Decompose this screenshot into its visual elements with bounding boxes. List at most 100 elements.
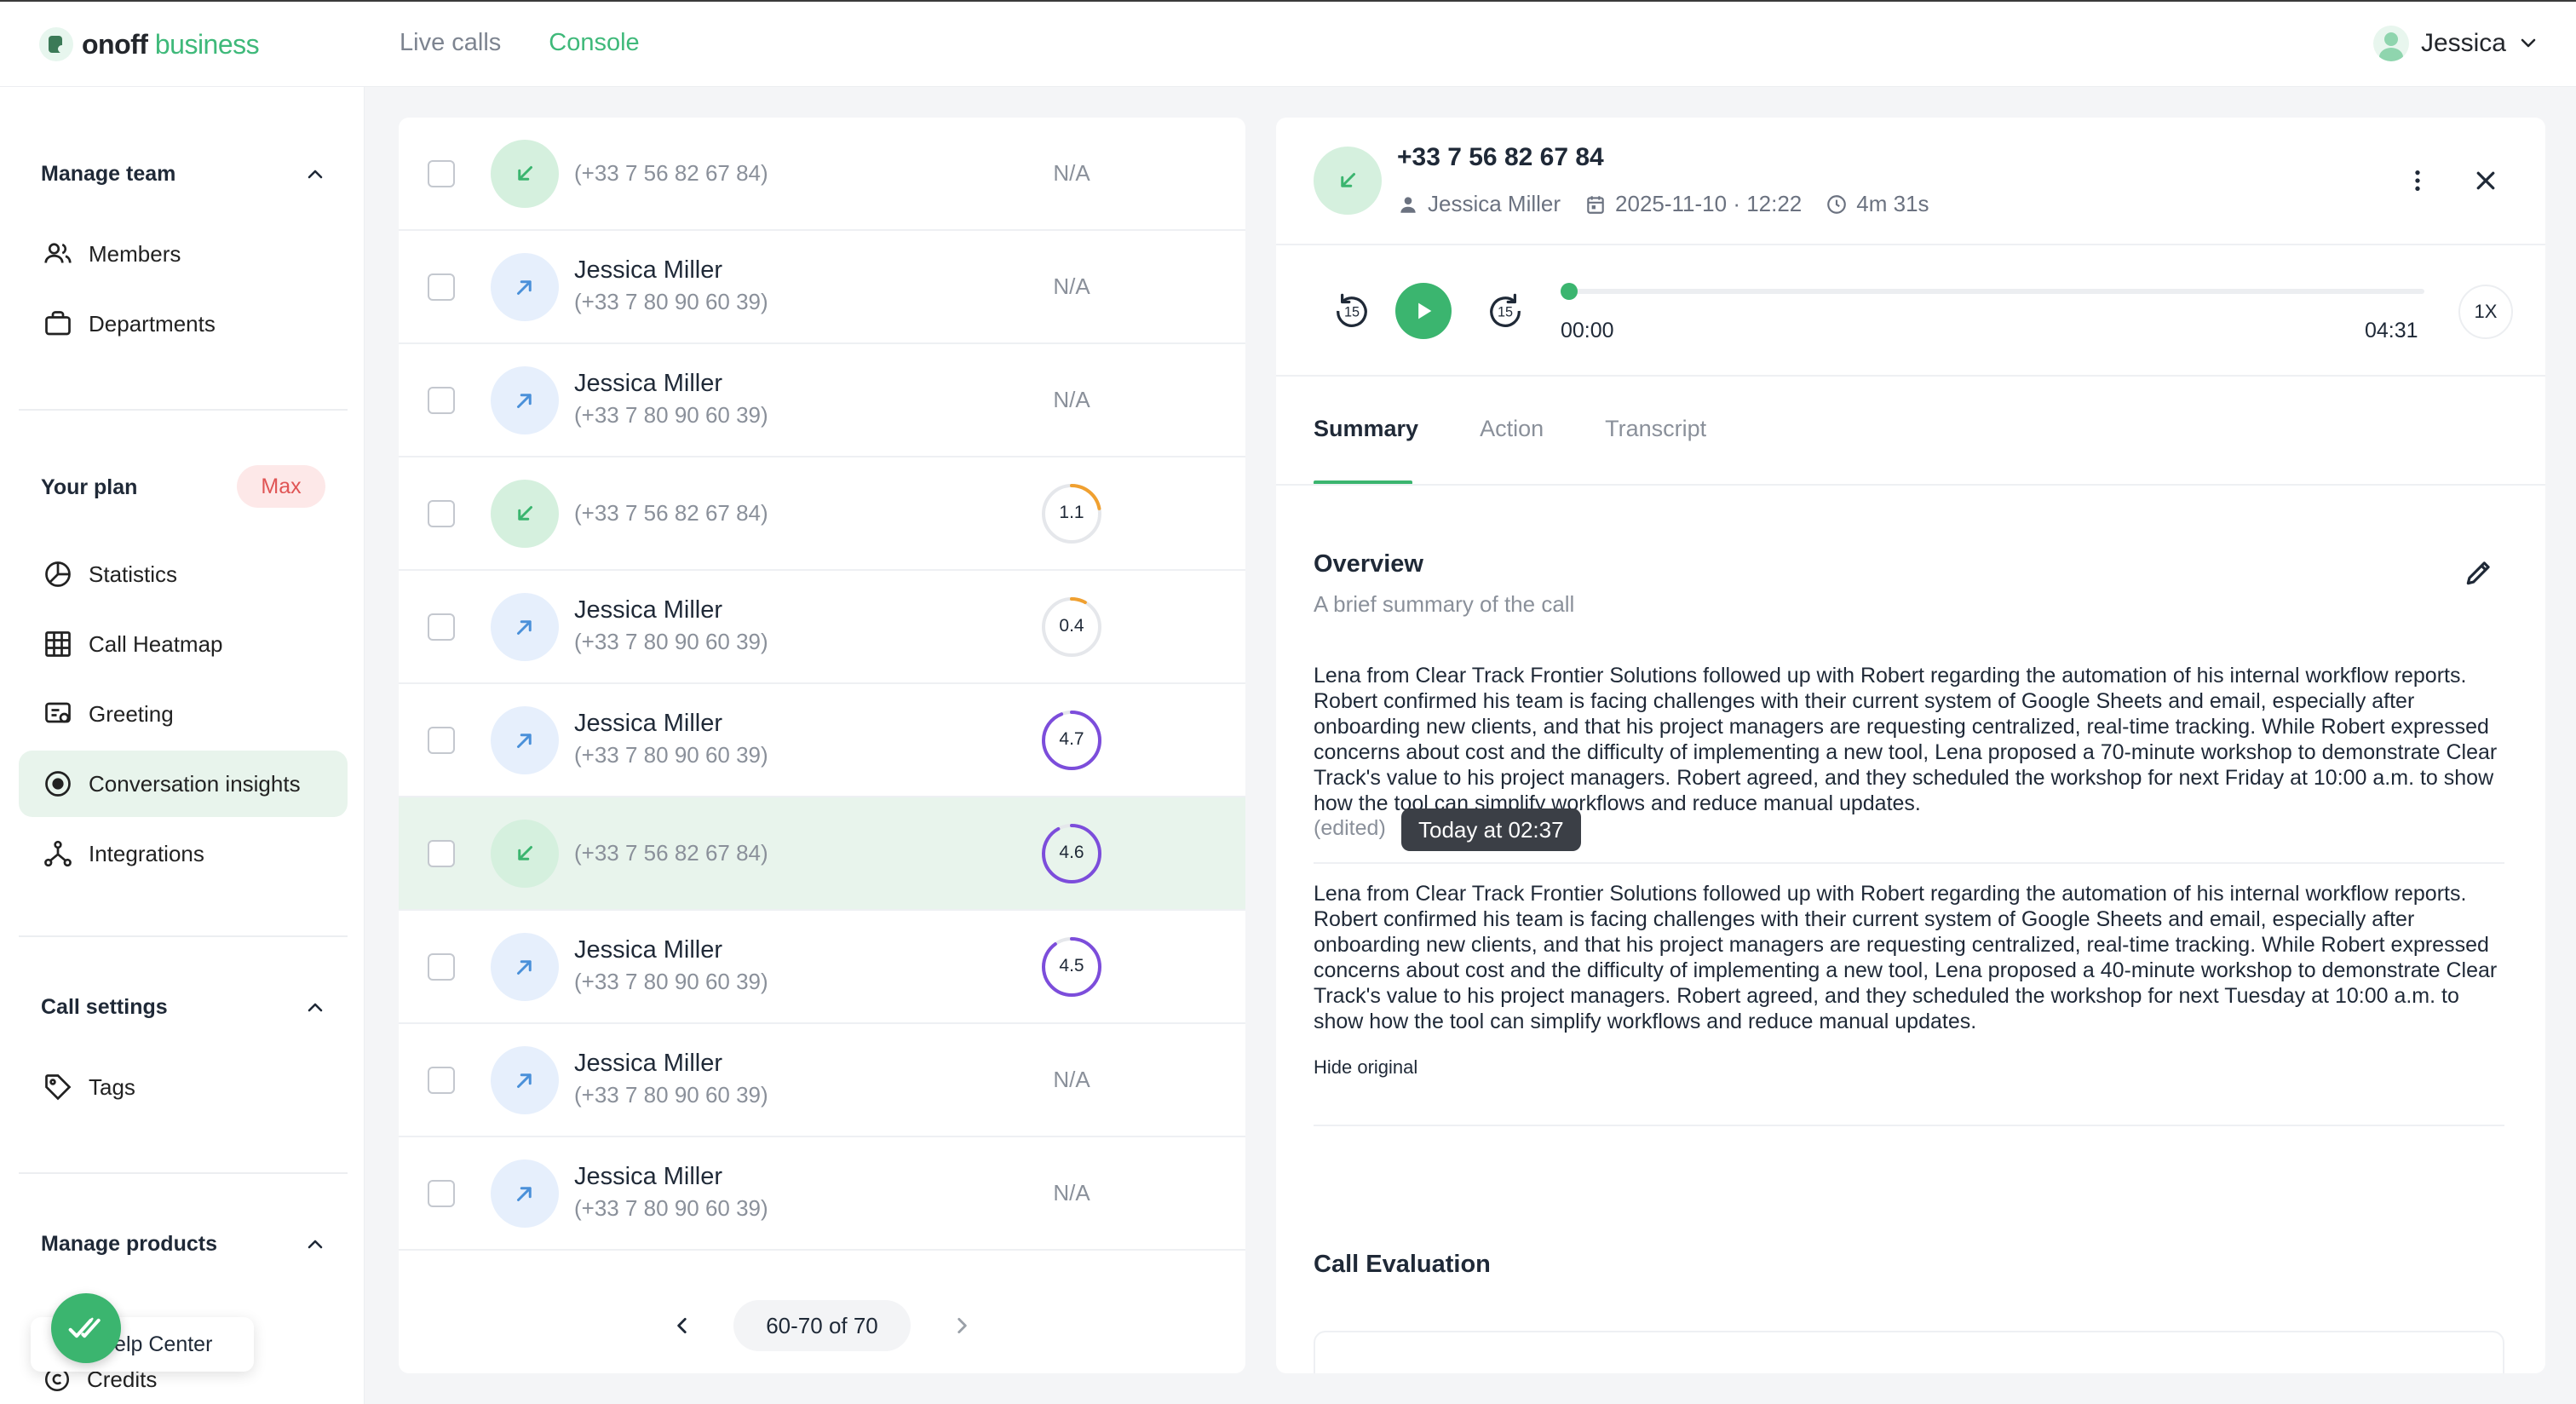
call-list: (+33 7 56 82 67 84) N/A Jessica Miller (+33…: [399, 118, 1245, 1373]
outgoing-call-icon: [491, 1159, 559, 1228]
table-row[interactable]: (+33 7 56 82 67 84) N/A: [399, 118, 1245, 231]
logo-icon: [39, 27, 73, 61]
row-checkbox[interactable]: [428, 726, 455, 754]
users-icon: [44, 243, 72, 263]
sidebar-item-call-heatmap[interactable]: Call Heatmap: [19, 611, 348, 677]
overview-title: Overview: [1314, 550, 1423, 578]
edited-label[interactable]: (edited): [1314, 816, 1386, 841]
section-manage-team[interactable]: Manage team: [41, 162, 365, 187]
tab-transcript[interactable]: Transcript: [1605, 416, 1706, 442]
chevron-up-icon: [308, 170, 323, 178]
call-detail-panel: +33 7 56 82 67 84 Jessica Miller 2025-11…: [1276, 118, 2545, 1373]
play-icon: [1418, 302, 1432, 319]
sidebar-item-label: Conversation insights: [89, 770, 301, 797]
contact-number: (+33 7 80 90 60 39): [574, 289, 768, 314]
sidebar-item-label: Statistics: [89, 561, 178, 587]
app-logo[interactable]: onoff business: [39, 27, 260, 61]
logo-text-bold: onoff: [82, 28, 148, 60]
sidebar-item-integrations[interactable]: Integrations: [19, 820, 348, 887]
outgoing-call-icon: [491, 592, 559, 661]
hide-original-button[interactable]: Hide original: [1314, 1056, 1417, 1079]
row-checkbox[interactable]: [428, 952, 455, 981]
close-button[interactable]: [2470, 165, 2501, 196]
table-row[interactable]: Jessica Miller (+33 7 80 90 60 39) N/A: [399, 231, 1245, 344]
sidebar-item-greeting[interactable]: Greeting: [19, 681, 348, 747]
section-title: Your plan: [41, 475, 138, 499]
playback-speed-button[interactable]: 1X: [2458, 285, 2513, 339]
row-checkbox[interactable]: [428, 839, 455, 867]
table-row[interactable]: Jessica Miller (+33 7 80 90 60 39) N/A: [399, 344, 1245, 457]
divider: [1314, 1125, 2504, 1126]
rewind-icon: 15: [1337, 293, 1367, 327]
sidebar-item-label: Departments: [89, 310, 216, 337]
summary-original-text: Lena from Clear Track Frontier Solutions…: [1314, 882, 2498, 1033]
table-row[interactable]: (+33 7 56 82 67 84) 1.1: [399, 457, 1245, 571]
edited-tooltip: Today at 02:37: [1401, 808, 1581, 851]
overview-subtitle: A brief summary of the call: [1314, 591, 1575, 617]
edit-summary-button[interactable]: [2462, 555, 2496, 590]
outgoing-call-icon: [491, 1045, 559, 1114]
logo-text-light: business: [147, 28, 260, 60]
section-call-settings[interactable]: Call settings: [41, 995, 365, 1020]
row-checkbox[interactable]: [428, 273, 455, 301]
divider: [1276, 484, 2545, 486]
prev-page-button[interactable]: [657, 1300, 708, 1351]
sidebar-item-label: Call Heatmap: [89, 630, 223, 657]
forward-15-button[interactable]: 15: [1482, 288, 1528, 334]
row-checkbox[interactable]: [428, 1066, 455, 1094]
sidebar-item-conversation-insights[interactable]: Conversation insights: [19, 751, 348, 817]
score-ring: 4.5: [1039, 935, 1104, 999]
integrations-icon: [44, 840, 72, 867]
contact-name: Jessica Miller: [574, 936, 723, 964]
contact-name: Jessica Miller: [574, 1050, 723, 1077]
divider: [1276, 244, 2545, 245]
rewind-15-button[interactable]: 15: [1329, 288, 1375, 334]
row-checkbox[interactable]: [428, 386, 455, 414]
score-na: N/A: [1053, 159, 1090, 186]
row-checkbox[interactable]: [428, 159, 455, 187]
sidebar-item-label: Tags: [89, 1073, 135, 1100]
detail-tabs: Summary Action Transcript: [1314, 416, 1768, 442]
contact-name: Jessica Miller: [574, 370, 723, 397]
sidebar-item-statistics[interactable]: Statistics: [19, 541, 348, 607]
sidebar-item-members[interactable]: Members: [19, 221, 348, 287]
section-your-plan: Your plan: [41, 475, 137, 500]
row-checkbox[interactable]: [428, 1179, 455, 1207]
progress-track[interactable]: [1566, 289, 2424, 294]
contact-number: (+33 7 80 90 60 39): [574, 629, 768, 654]
sidebar-item-tags[interactable]: Tags: [19, 1054, 348, 1120]
contact-number: (+33 7 80 90 60 39): [574, 742, 768, 768]
score-value: 4.5: [1059, 955, 1084, 975]
sidebar-item-departments[interactable]: Departments: [19, 291, 348, 357]
plan-badge: Max: [237, 465, 325, 508]
outgoing-call-icon: [491, 252, 559, 321]
nav-live-calls[interactable]: Live calls: [400, 29, 501, 57]
play-button[interactable]: [1395, 283, 1452, 339]
call-phone-number: +33 7 56 82 67 84: [1397, 143, 1604, 171]
sidebar-item-label: Integrations: [89, 840, 204, 866]
forward-icon: 15: [1490, 293, 1521, 327]
table-row[interactable]: Jessica Miller (+33 7 80 90 60 39) 4.5: [399, 911, 1245, 1024]
user-menu[interactable]: Jessica: [2372, 26, 2539, 61]
progress-knob[interactable]: [1561, 283, 1578, 300]
table-row[interactable]: (+33 7 56 82 67 84) 4.6: [399, 797, 1245, 911]
tab-summary[interactable]: Summary: [1314, 416, 1418, 442]
tag-icon: [45, 1074, 72, 1101]
section-title: Call settings: [41, 995, 168, 1019]
next-page-button[interactable]: [936, 1300, 987, 1351]
section-manage-products[interactable]: Manage products: [41, 1232, 365, 1257]
table-row[interactable]: Jessica Miller (+33 7 80 90 60 39) N/A: [399, 1024, 1245, 1137]
table-row[interactable]: Jessica Miller (+33 7 80 90 60 39) 0.4: [399, 571, 1245, 684]
help-fab-button[interactable]: [51, 1293, 121, 1363]
score-value: 1.1: [1059, 502, 1084, 522]
call-datetime: 2025-11-10 · 12:22: [1615, 191, 1803, 216]
tab-action[interactable]: Action: [1480, 416, 1544, 442]
row-checkbox[interactable]: [428, 613, 455, 641]
divider: [19, 935, 348, 937]
table-row[interactable]: Jessica Miller (+33 7 80 90 60 39) 4.7: [399, 684, 1245, 797]
row-checkbox[interactable]: [428, 499, 455, 527]
nav-console[interactable]: Console: [549, 29, 639, 57]
more-options-button[interactable]: [2402, 165, 2433, 196]
table-row[interactable]: Jessica Miller (+33 7 80 90 60 39) N/A: [399, 1137, 1245, 1251]
score-ring: 4.7: [1039, 708, 1104, 773]
